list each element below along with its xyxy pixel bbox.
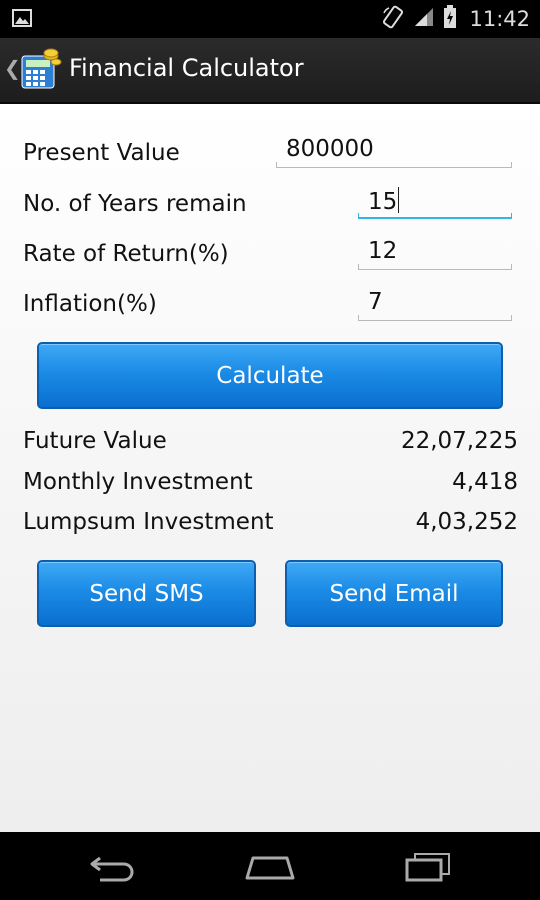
app-title: Financial Calculator [69, 54, 304, 82]
future-value-label: Future Value [23, 428, 167, 454]
send-sms-button[interactable]: Send SMS [37, 560, 256, 627]
rate-input[interactable]: 12 [358, 238, 512, 270]
back-icon[interactable] [88, 852, 138, 886]
home-icon[interactable] [243, 852, 297, 886]
rotate-icon [381, 5, 405, 33]
status-bar: 11:42 [0, 0, 540, 38]
battery-icon [443, 5, 457, 33]
future-value-amount: 22,07,225 [400, 428, 518, 454]
send-email-button[interactable]: Send Email [285, 560, 503, 627]
inflation-input[interactable]: 7 [358, 289, 512, 321]
navigation-bar [0, 832, 540, 900]
monthly-investment-amount: 4,418 [452, 469, 518, 495]
calculator-icon[interactable] [18, 48, 62, 90]
years-input[interactable]: 15 [358, 187, 512, 219]
inflation-label: Inflation(%) [23, 291, 157, 317]
signal-icon [413, 6, 435, 32]
image-notification-icon [12, 9, 32, 31]
lumpsum-investment-label: Lumpsum Investment [23, 509, 274, 535]
status-time: 11:42 [469, 7, 530, 31]
present-value-input[interactable]: 800000 [276, 136, 512, 168]
rate-label: Rate of Return(%) [23, 241, 229, 267]
calculate-button[interactable]: Calculate [37, 342, 503, 409]
monthly-investment-label: Monthly Investment [23, 469, 253, 495]
lumpsum-investment-amount: 4,03,252 [415, 509, 518, 535]
present-value-text: 800000 [286, 136, 374, 162]
text-cursor [398, 187, 400, 213]
years-label: No. of Years remain [23, 191, 247, 217]
recent-apps-icon[interactable] [403, 852, 453, 886]
rate-text: 12 [368, 238, 398, 264]
years-text: 15 [368, 189, 398, 215]
action-bar: ❮ Financial Calculator [0, 38, 540, 104]
present-value-label: Present Value [23, 140, 180, 166]
inflation-text: 7 [368, 289, 383, 315]
calculator-form: Present Value 800000 No. of Years remain… [0, 104, 540, 832]
